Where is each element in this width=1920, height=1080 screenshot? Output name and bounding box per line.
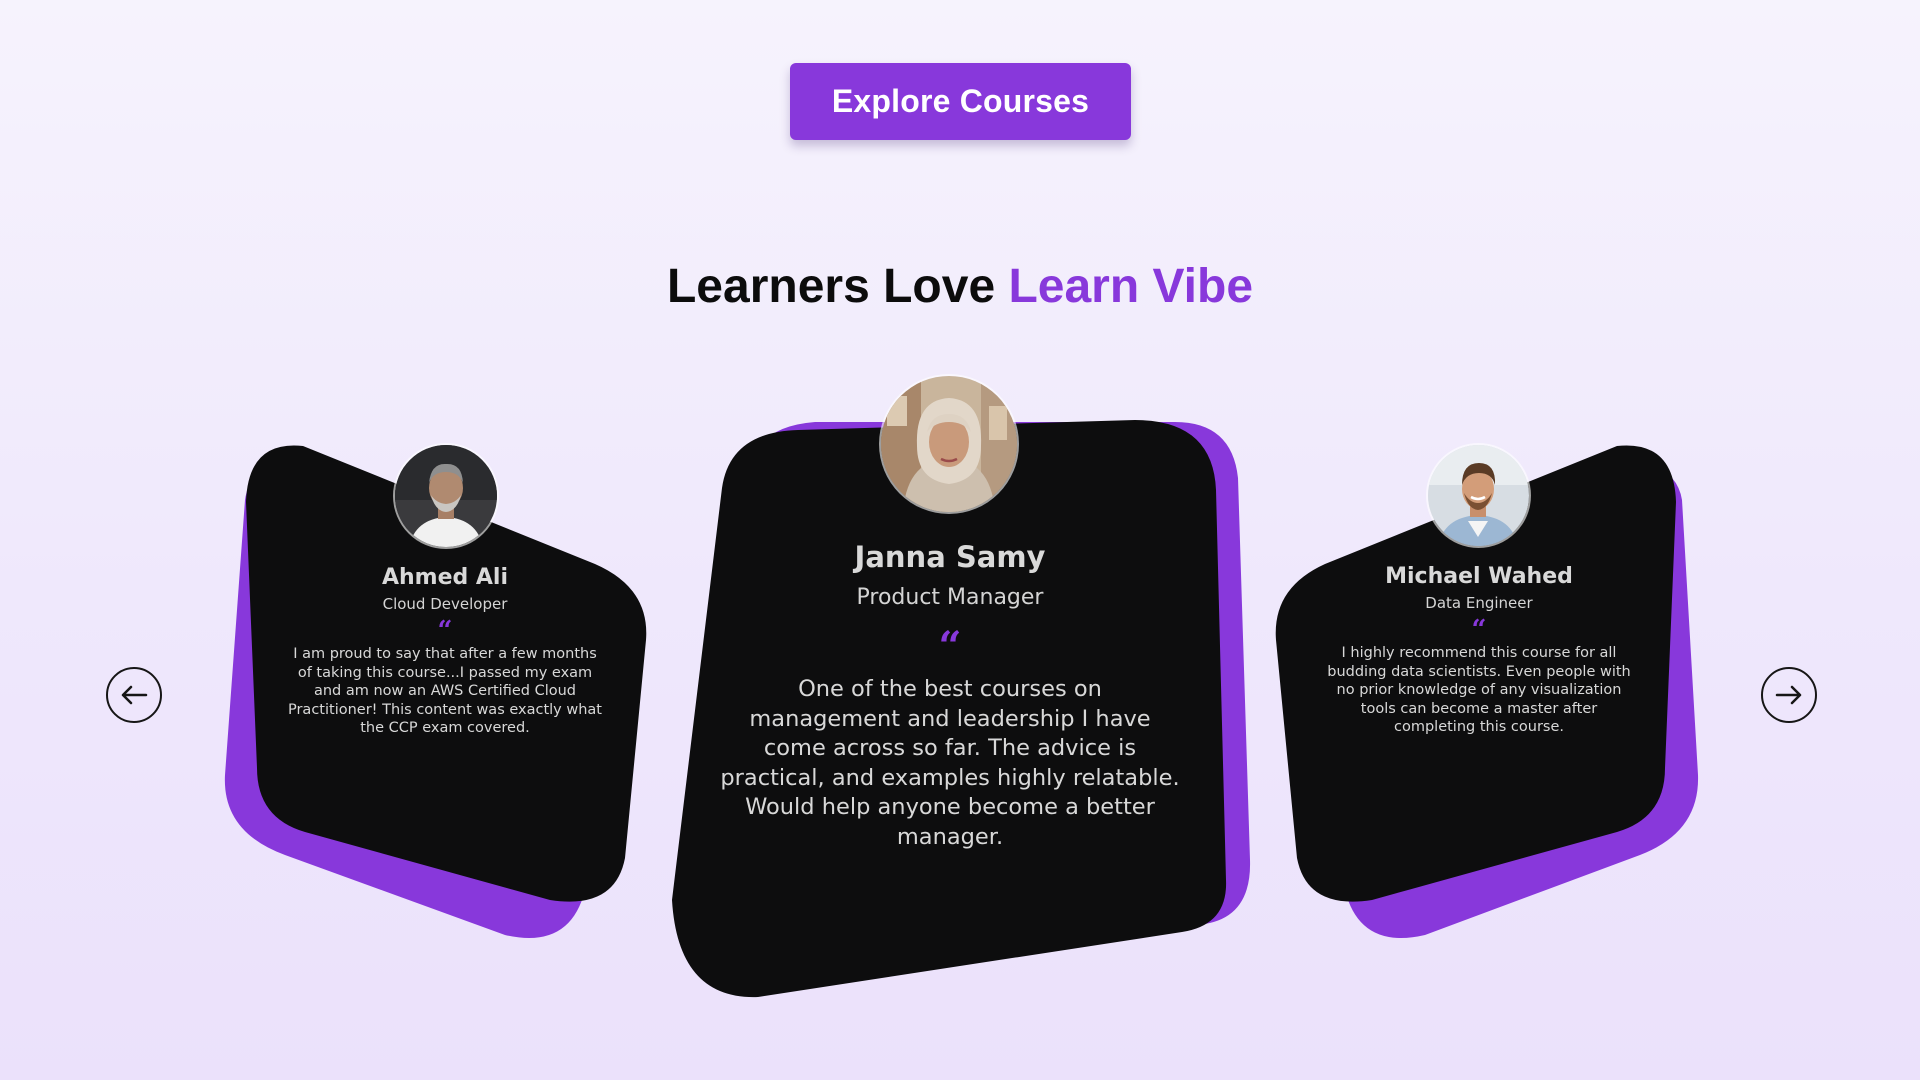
testimonial-text: I highly recommend this course for all b… — [1327, 645, 1631, 735]
testimonial-text: I am proud to say that after a few month… — [287, 646, 602, 736]
quote-mark-icon: “ — [437, 616, 453, 646]
next-testimonial-button[interactable] — [1761, 667, 1817, 723]
avatar-janna-samy — [881, 376, 1017, 512]
testimonial-text: One of the best courses on management an… — [720, 676, 1180, 850]
arrow-left-icon — [121, 685, 148, 705]
explore-courses-button[interactable]: Explore Courses — [790, 63, 1131, 140]
testimonial-card-right: Michael Wahed Data Engineer “ I highly r… — [1318, 562, 1640, 737]
quote-mark-icon: “ — [938, 623, 962, 670]
prev-testimonial-button[interactable] — [106, 667, 162, 723]
testimonial-name: Ahmed Ali — [381, 565, 509, 590]
testimonial-card-left: Ahmed Ali Cloud Developer “ I am proud t… — [285, 563, 605, 738]
testimonial-name: Michael Wahed — [1385, 564, 1573, 589]
heading-brand: Learn Vibe — [1008, 260, 1254, 313]
testimonial-role: Product Manager — [856, 585, 1044, 610]
testimonial-role: Data Engineer — [1425, 594, 1533, 612]
avatar-michael-wahed — [1428, 445, 1529, 546]
testimonial-role: Cloud Developer — [382, 595, 508, 613]
section-heading: Learners Love Learn Vibe — [0, 252, 1920, 322]
arrow-right-icon — [1775, 685, 1802, 705]
quote-mark-icon: “ — [1471, 615, 1487, 645]
heading-prefix: Learners Love — [666, 260, 1009, 313]
testimonial-name: Janna Samy — [854, 540, 1046, 574]
avatar-ahmed-ali — [395, 445, 497, 547]
testimonial-card-center: Janna Samy Product Manager “ One of the … — [720, 537, 1180, 852]
